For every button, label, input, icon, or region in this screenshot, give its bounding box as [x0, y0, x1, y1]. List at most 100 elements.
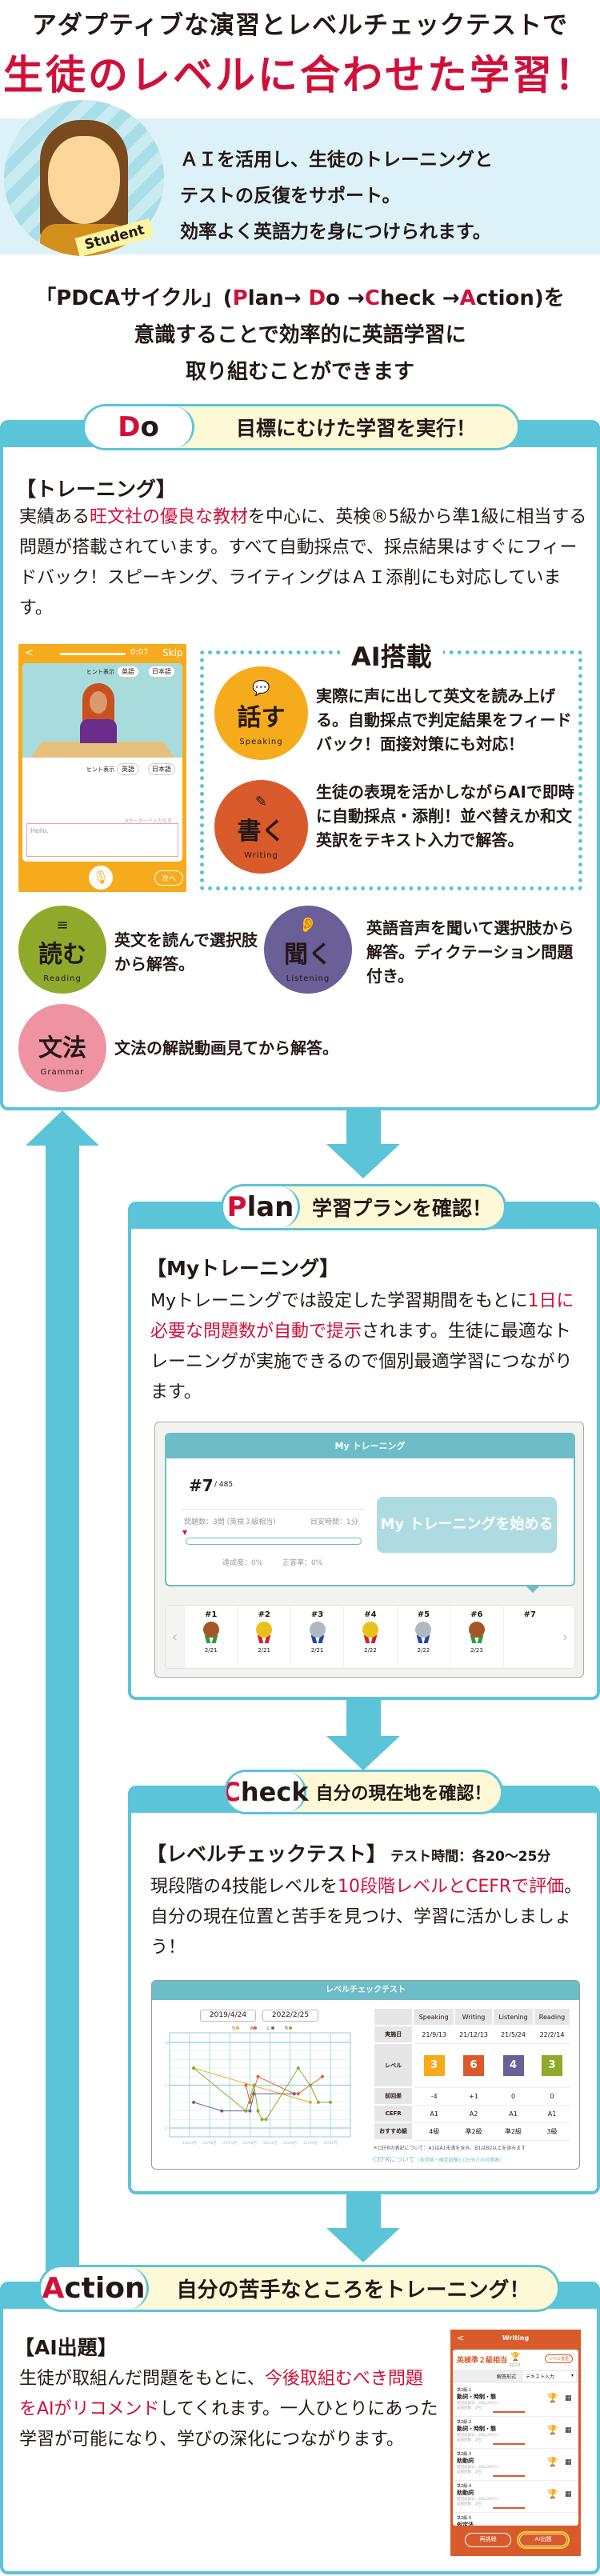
- session-number: #2: [258, 1610, 270, 1619]
- pdca-text: 「PDCAサイクル」(Plan→ Do →Check →Action)を 意識す…: [35, 286, 565, 384]
- session-cell[interactable]: #3 2/21: [290, 1606, 343, 1668]
- session-cell[interactable]: #6 2/23: [450, 1606, 502, 1668]
- session-number: #5: [417, 1610, 430, 1619]
- data-point-R: [329, 2100, 332, 2104]
- table-cell: 22/2/14: [534, 2026, 570, 2044]
- data-point-R: [252, 2083, 256, 2087]
- cefr-link[interactable]: CEFRについて（各資格・検定試験とCEFRとの対照表）: [373, 2155, 504, 2164]
- table-cell: +1: [454, 2087, 493, 2106]
- table-row: レベル 3 6 4 3: [372, 2042, 570, 2088]
- row-label: おすすめ級: [372, 2122, 414, 2141]
- table-cell: 4級: [413, 2122, 455, 2141]
- data-point-W: [244, 2083, 248, 2087]
- data-point-L: [248, 2109, 252, 2113]
- pencil-icon: ✎: [254, 794, 268, 810]
- data-point-L: [192, 2100, 196, 2104]
- table-icon[interactable]: ▦: [565, 2490, 572, 2498]
- unit-list-item[interactable]: 準2級-4 助動詞 前回実施日：2021/6/15 実施回数：1回 🏆 ▦: [453, 2481, 578, 2513]
- ai-question-button[interactable]: AI出題: [517, 2531, 570, 2549]
- unit-list-item[interactable]: 準2級-1 動詞・時制・態 前回実施日：2021/6/15 実施回数：2回 🏆 ▦: [453, 2385, 578, 2417]
- table-cell: A2: [454, 2105, 493, 2123]
- skip-button[interactable]: Skip: [162, 647, 183, 658]
- session-number: #1: [205, 1610, 218, 1619]
- back-icon[interactable]: <: [25, 647, 34, 659]
- data-point-R: [256, 2109, 260, 2113]
- legend-label: S: [232, 2026, 235, 2031]
- answer-input[interactable]: Hello.: [26, 823, 178, 857]
- ear-icon: 👂: [298, 916, 318, 934]
- trophy-icon: 🏆: [510, 2353, 521, 2362]
- y-tick-label: 0: [165, 2126, 167, 2131]
- x-tick-label: 19/08月: [202, 2141, 216, 2146]
- session-cell[interactable]: #5 2/22: [396, 1606, 450, 1668]
- headline-line1: アダプティブな演習とレベルチェックテストで: [31, 11, 569, 40]
- trophy-icon: 🏆: [547, 2425, 558, 2435]
- test-time: テスト時間：各20～25分: [390, 1849, 551, 1865]
- hint-english-button[interactable]: 英語: [117, 763, 139, 775]
- chevron-down-icon: ▾: [570, 2373, 574, 2378]
- medal-icon: [415, 1622, 432, 1643]
- unit-list: 英検準２級相当 🏆 22/22 レベル変更 解答形式 テキスト入力 ▾ 準2級-1…: [453, 2350, 578, 2526]
- start-training-button[interactable]: My トレーニングを始める: [377, 1497, 557, 1553]
- audio-time: 0:07: [130, 648, 149, 657]
- table-row: CEFR A1 A2 A1 A1: [372, 2104, 570, 2123]
- unit-list-item[interactable]: 準2級-2 動詞・時制・態 前回実施日：2021/6/15 実施回数：1回 🏆 ▦: [453, 2417, 578, 2449]
- session-cell[interactable]: #1 2/21: [184, 1606, 237, 1668]
- hint-japanese-button[interactable]: 日本語: [148, 763, 175, 775]
- ai-question-app-screenshot: < Writing 英検準２級相当 🏆 22/22 レベル変更 解答形式 テキス…: [450, 2330, 581, 2556]
- unit-list-item[interactable]: 準2級-3 助動詞 前回実施日：2021/6/15 実施回数：1回 🏆 ▦: [453, 2449, 578, 2481]
- hint-english-button[interactable]: 英語: [117, 666, 139, 678]
- grammar-badge: 文法 Grammar: [18, 1004, 106, 1092]
- listening-description: 英語音声を聞いて選択肢から解答。ディクテーション問題付き。: [366, 918, 574, 986]
- do-header-pill: Do 目標にむけた学習を実行！: [82, 404, 520, 450]
- data-point-W: [296, 2092, 300, 2096]
- ai-label: AI搭載: [340, 637, 443, 674]
- retry-button[interactable]: 再挑戦: [465, 2533, 511, 2547]
- data-point-R: [260, 2118, 264, 2122]
- total-sessions: / 485: [214, 1481, 234, 1489]
- medal-icon: [202, 1622, 219, 1643]
- check-body: 現段階の4技能レベルを10段階レベルとCEFRで評価。自分の現在位置と苦手を見つ…: [150, 1877, 582, 1958]
- answer-format-select[interactable]: テキスト入力 ▾: [523, 2371, 576, 2382]
- data-point-R: [192, 2066, 196, 2070]
- x-tick-label: 20/11月: [263, 2141, 277, 2146]
- unit-list-item[interactable]: 準2級-5 仮定法: [453, 2513, 578, 2526]
- speaking-description: 実際に声に出して英文を読み上げる。自動採点で判定結果をフィードバック！面接対策に…: [316, 686, 572, 754]
- y-tick-label: 10: [165, 2041, 170, 2046]
- table-icon[interactable]: ▦: [565, 2394, 572, 2402]
- medal-icon: [468, 1622, 485, 1643]
- data-point-R: [316, 2100, 320, 2104]
- trophy-icon: 🏆: [547, 2393, 558, 2403]
- column-header: Speaking: [412, 2007, 456, 2026]
- next-button[interactable]: 次へ: [154, 870, 184, 886]
- hint-japanese-button[interactable]: 日本語: [148, 666, 175, 678]
- session-cell[interactable]: #7: [502, 1606, 556, 1668]
- level-badge: 6: [463, 2054, 485, 2076]
- action-body: 生徒が取組んだ問題をもとに、今後取組むべき問題をAIがリコメンドしてくれます。一…: [19, 2369, 438, 2450]
- data-point-L: [220, 2109, 224, 2113]
- carousel-next-icon[interactable]: ›: [556, 1606, 574, 1668]
- session-cell[interactable]: #2 2/21: [237, 1606, 290, 1668]
- intro-line: テストの反復をサポート。: [180, 186, 401, 206]
- session-cell[interactable]: #4 2/22: [343, 1606, 396, 1668]
- table-cell: A1: [534, 2105, 570, 2123]
- trophy-icon: 🏆: [547, 2457, 558, 2467]
- session-number: #6: [470, 1610, 483, 1619]
- table-icon[interactable]: ▦: [565, 2426, 572, 2434]
- arrow-shaft: [346, 1108, 381, 1145]
- change-level-button[interactable]: レベル変更: [545, 2354, 574, 2363]
- table-row: おすすめ級 4級 準2級 準2級 3級: [372, 2122, 570, 2141]
- action-title: 自分の苦手なところをトレーニング！: [176, 2278, 530, 2302]
- session-date: 2/22: [417, 1647, 430, 1654]
- session-carousel: ‹ #1 2/21 #2 2/21 #3 2/21 #4 2/22 #5 2/22 #6 2/23 #7…: [165, 1605, 575, 1669]
- level-check-screenshot: レベルチェックテスト 2019/4/24 2022/2/25 19/03月 19/…: [151, 1980, 580, 2170]
- table-row: 前回差 -4 +1 0 0: [372, 2086, 570, 2106]
- table-cell: 21/12/13: [454, 2026, 493, 2044]
- carousel-prev-icon[interactable]: ‹: [166, 1606, 184, 1668]
- down-arrow-icon: [326, 2228, 400, 2262]
- table-icon[interactable]: ▦: [565, 2458, 572, 2466]
- microphone-button[interactable]: 🎙: [89, 866, 113, 890]
- session-date: 2/22: [364, 1647, 377, 1654]
- reading-badge: ≡ 読む Reading: [18, 906, 106, 994]
- progress-bar: [186, 1538, 362, 1545]
